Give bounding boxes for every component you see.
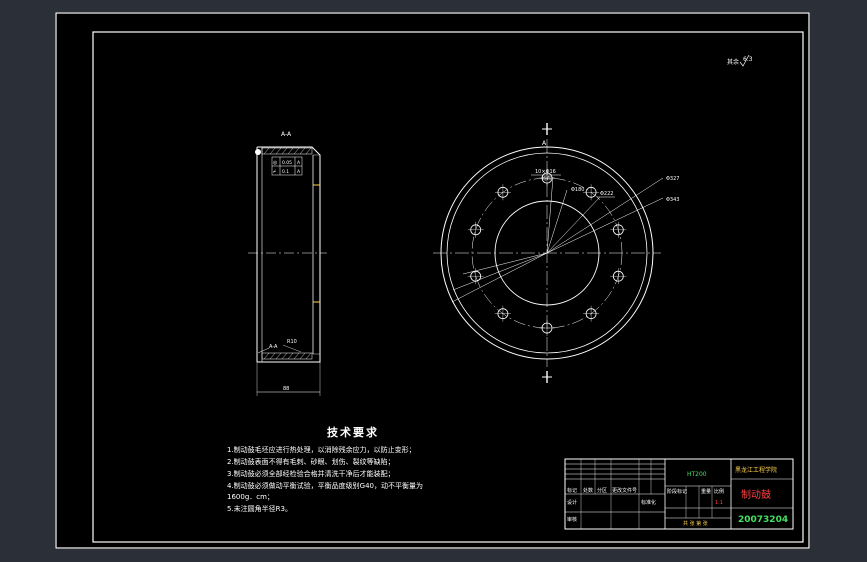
tol-row2-value: 0.1: [282, 169, 289, 175]
tb-material: HT200: [687, 471, 707, 478]
radius-leader: [282, 344, 302, 353]
section-label: A-A: [281, 131, 292, 138]
tech-item-1: 1.制动鼓毛坯应进行热处理，以消除残余应力，以防止变形；: [227, 446, 416, 454]
tb-label-change: 更改文件号: [612, 487, 637, 494]
tb-part-name: 制动鼓: [741, 488, 771, 501]
hatch-bottom: [263, 352, 312, 360]
dim-d2: Φ343: [666, 197, 679, 203]
tech-item-3: 3.制动鼓必须全部经检验合格并清洗干净后才能装配；: [227, 470, 395, 478]
dim-d4: Φ180: [571, 187, 584, 193]
section-mark-a: A-A: [269, 344, 278, 350]
tb-stage: 阶段标记: [667, 488, 687, 495]
tb-weight: 重量: [701, 488, 711, 495]
tol-row1-datum: A: [297, 160, 301, 166]
tb-label-count: 处数: [583, 487, 593, 494]
tolerance-frame: ◎ 0.05 A ⌿ 0.1 A: [271, 156, 303, 176]
dim-holes: 10×Φ16: [535, 169, 556, 175]
tb-reviewer: 审核: [567, 516, 577, 523]
dim-radius: R10: [287, 339, 297, 345]
drawing-svg: 其余 6.3 A-A ◎ 0.05 A ⌿ 0.1 A R10 A-A 88 Φ…: [55, 12, 810, 549]
dim-d1: Φ327: [666, 176, 679, 182]
dim-width: 88: [283, 386, 289, 392]
cad-drawing-sheet: 其余 6.3 A-A ◎ 0.05 A ⌿ 0.1 A R10 A-A 88 Φ…: [55, 12, 810, 549]
tb-school: 黑龙江工程学院: [735, 466, 777, 474]
tb-scale-value: 1:1: [715, 500, 723, 506]
outer-border: [55, 12, 810, 549]
front-view: Φ327 Φ343 Φ222 Φ180 10×Φ16 均布 A: [433, 123, 679, 383]
tb-designer: 设计: [567, 499, 577, 506]
section-view: A-A ◎ 0.05 A ⌿ 0.1 A R10 A-A 88: [248, 131, 327, 396]
dim-holes-note: 均布: [542, 175, 551, 182]
tol-row1-value: 0.05: [282, 160, 292, 166]
scale-note: 其余: [727, 58, 739, 66]
tech-item-6: 5.未注圆角半径R3。: [227, 505, 292, 513]
datum-marker: [255, 149, 261, 155]
tb-sheets: 共 张 第 张: [683, 520, 708, 527]
dim-d3: Φ222: [600, 191, 613, 197]
tb-label-zone: 分区: [597, 487, 607, 494]
inner-border: [92, 31, 804, 543]
title-block: HT200 黑龙江工程学院 制动鼓 20073204 标记 处数 分区 更改文件…: [564, 458, 794, 530]
section-mark-line: [257, 347, 270, 354]
leaders: [451, 174, 664, 303]
hatch-top: [263, 147, 312, 155]
tb-label-marks: 标记: [567, 487, 577, 494]
tech-item-5: 1600g．cm；: [227, 493, 274, 501]
tech-item-2: 2.制动鼓表面不得有毛刺、砂眼、划伤、裂纹等缺陷；: [227, 458, 395, 466]
tb-std: 标准化: [641, 499, 656, 506]
tech-item-4: 4.制动鼓必须做动平衡试验，平衡品度级别G40，动不平衡量为: [227, 482, 424, 490]
datum-a-top: A: [542, 140, 547, 147]
tb-drawing-no: 20073204: [738, 515, 788, 525]
tech-requirements-title: 技术要求: [327, 426, 379, 439]
tol-row2-datum: A: [297, 169, 301, 175]
tb-scale-label: 比例: [714, 488, 724, 495]
tol-row2-symbol: ⌿: [273, 169, 276, 175]
tol-row1-symbol: ◎: [273, 160, 278, 166]
section-outline: [257, 146, 321, 363]
